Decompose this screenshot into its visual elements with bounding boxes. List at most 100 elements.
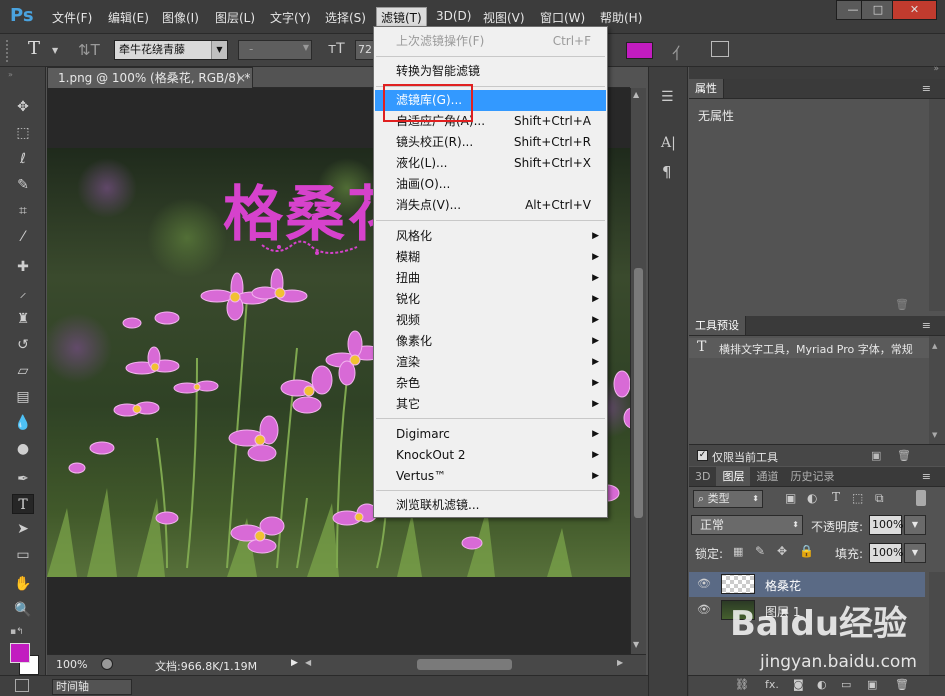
collapse-toolbar-icon[interactable]: » <box>8 70 13 79</box>
layer-row-selected[interactable]: 👁 格桑花 <box>689 572 925 597</box>
history-brush-icon[interactable]: ↺ <box>12 335 34 355</box>
tab-history[interactable]: 历史记录 <box>784 470 840 483</box>
close-tab-icon[interactable]: × <box>236 68 246 88</box>
new-group-icon[interactable]: ▭ <box>841 678 851 691</box>
adjustment-layer-icon[interactable]: ◐ <box>817 678 827 691</box>
menu-help[interactable]: 帮助(H) <box>600 9 642 26</box>
history-panel-icon[interactable]: ☰ <box>661 89 674 105</box>
close-window-button[interactable]: ✕ <box>892 0 937 20</box>
scroll-down-icon[interactable]: ▼ <box>932 431 937 439</box>
tab-layers[interactable]: 图层 <box>716 467 751 486</box>
trash-icon[interactable]: 🗑 <box>897 449 911 462</box>
lasso-icon[interactable]: ℓ <box>12 149 34 169</box>
text-color-swatch[interactable] <box>626 42 653 59</box>
tool-presets-scrollbar[interactable]: ▲ ▼ <box>929 336 945 444</box>
eyedropper-icon[interactable]: ⁄ <box>12 227 34 247</box>
fill-dropdown-icon[interactable]: ▼ <box>904 543 926 563</box>
scroll-up-icon[interactable]: ▲ <box>633 90 639 99</box>
current-tool-only-checkbox[interactable]: ✓ <box>697 450 708 461</box>
marquee-icon[interactable]: ⬚ <box>12 123 34 143</box>
lock-all-icon[interactable]: 🔒 <box>799 544 814 558</box>
new-layer-icon[interactable]: ▣ <box>867 678 877 691</box>
opacity-field[interactable]: 100% <box>869 515 903 535</box>
menu-item-blur[interactable]: 模糊 ▶ <box>374 247 607 268</box>
link-layers-icon[interactable]: ⛓ <box>735 678 749 691</box>
layer-mask-icon[interactable]: ◙ <box>793 678 804 691</box>
menu-item-noise[interactable]: 杂色 ▶ <box>374 373 607 394</box>
lock-position-icon[interactable]: ✥ <box>777 544 787 558</box>
status-menu-arrow-icon[interactable]: ▶ <box>291 658 298 668</box>
menu-item-lens-correction[interactable]: 镜头校正(R)... Shift+Ctrl+R <box>374 132 607 153</box>
menu-item-vanishing-point[interactable]: 消失点(V)... Alt+Ctrl+V <box>374 195 607 216</box>
menu-item-vertus[interactable]: Vertus™ ▶ <box>374 466 607 487</box>
path-select-icon[interactable]: ➤ <box>12 519 34 539</box>
blend-mode-select[interactable]: 正常 ⬍ <box>691 515 803 535</box>
new-preset-icon[interactable]: ▣ <box>871 449 881 462</box>
stamp-icon[interactable]: ♜ <box>12 309 34 329</box>
pen-icon[interactable]: ✒ <box>12 469 34 489</box>
filter-smart-object-icon[interactable]: ⧉ <box>875 491 884 506</box>
font-size-field[interactable]: 72 <box>355 40 375 60</box>
panel-menu-icon[interactable]: ≡ <box>922 467 931 486</box>
menu-item-liquify[interactable]: 液化(L)... Shift+Ctrl+X <box>374 153 607 174</box>
quick-select-icon[interactable]: ✎ <box>12 175 34 195</box>
lock-transparent-icon[interactable]: ▦ <box>733 545 743 558</box>
menu-item-oil-paint[interactable]: 油画(O)... <box>374 174 607 195</box>
collapse-icon[interactable]: » <box>933 64 939 74</box>
zoom-icon[interactable]: 🔍 <box>12 600 34 620</box>
font-style-select[interactable]: - ▼ <box>238 40 312 60</box>
character-panel-icon[interactable]: A| <box>661 135 676 151</box>
warp-text-icon[interactable]: ⺅ <box>672 40 688 64</box>
scroll-left-icon[interactable]: ◀ <box>305 658 311 667</box>
type-icon[interactable]: T <box>12 494 34 514</box>
tool-preset-chevron-icon[interactable]: ▼ <box>52 46 58 55</box>
eraser-icon[interactable]: ▱ <box>12 361 34 381</box>
filter-toggle-switch[interactable] <box>916 490 926 506</box>
menu-item-knockout[interactable]: KnockOut 2 ▶ <box>374 445 607 466</box>
lock-pixels-icon[interactable]: ✎ <box>755 544 765 558</box>
vertical-scrollbar[interactable]: ▲ ▼ <box>630 88 646 654</box>
paragraph-panel-icon[interactable]: ¶ <box>662 163 672 181</box>
filter-pixel-icon[interactable]: ▣ <box>785 491 796 505</box>
opacity-dropdown-icon[interactable]: ▼ <box>904 515 926 535</box>
menu-item-distort[interactable]: 扭曲 ▶ <box>374 268 607 289</box>
menu-type[interactable]: 文字(Y) <box>270 9 311 26</box>
tab-3d[interactable]: 3D <box>689 470 716 483</box>
rectangle-icon[interactable]: ▭ <box>12 545 34 565</box>
tab-properties[interactable]: 属性 <box>689 79 724 98</box>
dodge-icon[interactable]: ● <box>12 439 34 459</box>
tab-channels[interactable]: 通道 <box>750 470 784 483</box>
horizontal-scrollbar-thumb[interactable] <box>417 659 512 670</box>
scroll-down-icon[interactable]: ▼ <box>633 640 639 649</box>
move-icon[interactable]: ✥ <box>12 97 34 117</box>
menu-item-render[interactable]: 渲染 ▶ <box>374 352 607 373</box>
filter-adjustment-icon[interactable]: ◐ <box>807 491 817 505</box>
menu-3d[interactable]: 3D(D) <box>436 9 471 23</box>
layer-style-icon[interactable]: fx. <box>765 678 779 691</box>
menu-select[interactable]: 选择(S) <box>325 9 366 26</box>
properties-scrollbar[interactable] <box>929 99 945 311</box>
menu-item-pixelate[interactable]: 像素化 ▶ <box>374 331 607 352</box>
trash-icon[interactable]: 🗑 <box>895 678 909 691</box>
menu-item-sharpen[interactable]: 锐化 ▶ <box>374 289 607 310</box>
menu-item-other[interactable]: 其它 ▶ <box>374 394 607 415</box>
tab-tool-presets[interactable]: 工具预设 <box>689 316 746 335</box>
menu-item-stylize[interactable]: 风格化 ▶ <box>374 226 607 247</box>
blur-icon[interactable]: 💧 <box>12 413 34 433</box>
filter-type-icon[interactable]: T <box>832 490 840 504</box>
screen-mode-icon[interactable] <box>15 679 29 692</box>
document-tab[interactable]: 1.png @ 100% (格桑花, RGB/8) * × <box>47 67 253 88</box>
visibility-eye-icon[interactable]: 👁 <box>697 577 711 590</box>
panel-collapse-bar[interactable]: » <box>689 64 945 79</box>
hand-icon[interactable]: ✋ <box>12 574 34 594</box>
timeline-tab[interactable]: 时间轴 <box>52 679 132 695</box>
trash-icon[interactable]: 🗑 <box>895 298 909 311</box>
panel-menu-icon[interactable]: ≡ <box>922 316 931 335</box>
menu-file[interactable]: 文件(F) <box>52 9 92 26</box>
font-family-select[interactable]: 牵牛花绕青藤 ▼ <box>114 40 228 60</box>
foreground-color-swatch[interactable] <box>10 643 30 663</box>
layers-scrollbar[interactable] <box>929 572 945 675</box>
tool-preset-row[interactable]: T 横排文字工具，Myriad Pro 字体，常规 <box>689 338 929 358</box>
menu-view[interactable]: 视图(V) <box>483 9 525 26</box>
menu-item-browse-online-filters[interactable]: 浏览联机滤镜... <box>374 495 607 516</box>
